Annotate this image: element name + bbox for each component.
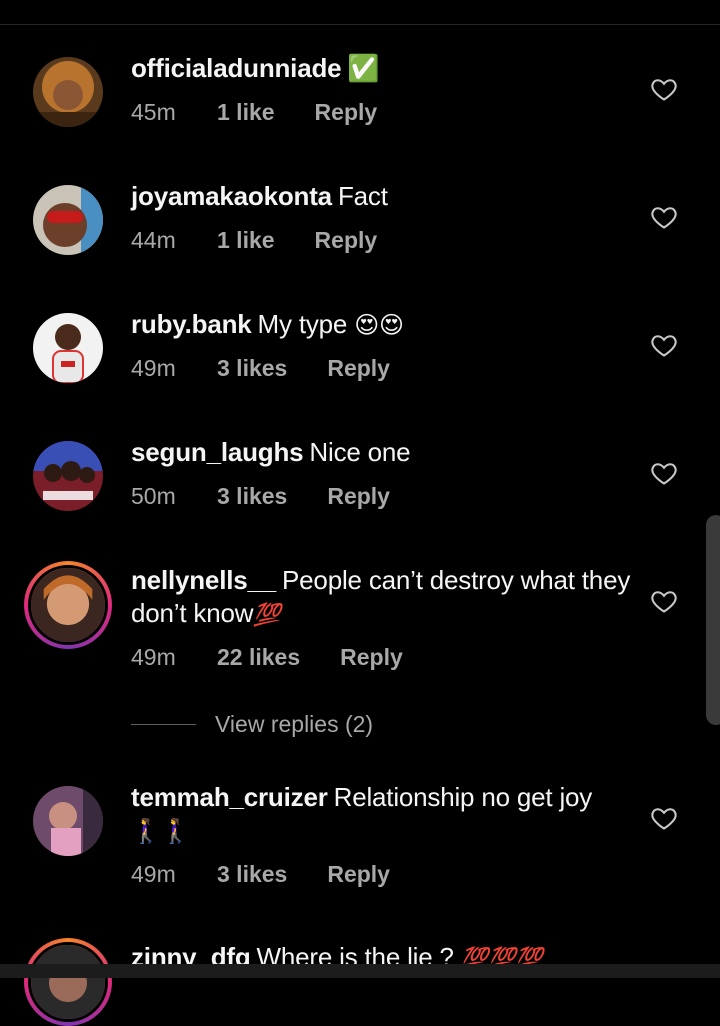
view-replies-label: View replies (2) — [215, 711, 374, 737]
likes-count[interactable]: 3 likes — [217, 861, 287, 888]
view-replies-button[interactable]: View replies (2) — [131, 711, 373, 738]
heart-icon[interactable] — [650, 587, 678, 615]
username[interactable]: temmah_cruizer — [131, 782, 328, 812]
heart-eyes-emoji: 😍😍 — [354, 312, 404, 339]
username[interactable]: officialadunniade — [131, 53, 342, 83]
bottom-bar — [0, 964, 720, 978]
likes-count[interactable]: 1 like — [217, 99, 275, 126]
timestamp: 49m — [131, 355, 176, 381]
heart-icon[interactable] — [650, 203, 678, 231]
comment-meta: 50m 3 likes Reply — [131, 483, 390, 510]
timestamp: 49m — [131, 861, 176, 887]
comment-meta: 49m 3 likes Reply — [131, 355, 390, 382]
reply-button[interactable]: Reply — [327, 483, 390, 510]
likes-count[interactable]: 22 likes — [217, 644, 300, 671]
avatar[interactable] — [33, 57, 103, 127]
reply-button[interactable]: Reply — [340, 644, 403, 671]
avatar-story-ring[interactable] — [24, 938, 112, 1026]
comment-body: Nice one — [309, 437, 411, 467]
avatar-story-ring[interactable] — [24, 561, 112, 649]
comment-meta: 44m 1 like Reply — [131, 227, 377, 254]
comment-meta: 49m 3 likes Reply — [131, 861, 390, 888]
avatar[interactable] — [33, 786, 103, 856]
avatar[interactable] — [33, 441, 103, 511]
reply-button[interactable]: Reply — [327, 861, 390, 888]
username[interactable]: nellynells__ — [131, 565, 276, 595]
timestamp: 45m — [131, 99, 176, 125]
comment-text: joyamakaokonta Fact — [131, 180, 631, 213]
timestamp: 49m — [131, 644, 176, 670]
comment-text: nellynells__ People can’t destroy what th… — [131, 564, 631, 631]
walking-woman-emoji: 🚶‍♀️🚶‍♀️ — [131, 818, 191, 845]
comment-text: ruby.bank My type 😍😍 — [131, 308, 631, 342]
verified-check-icon: ✅ — [347, 53, 380, 83]
avatar[interactable] — [33, 185, 103, 255]
comment-meta: 49m 22 likes Reply — [131, 644, 403, 671]
heart-icon[interactable] — [650, 459, 678, 487]
heart-icon[interactable] — [650, 804, 678, 832]
heart-icon[interactable] — [650, 75, 678, 103]
reply-button[interactable]: Reply — [327, 355, 390, 382]
likes-count[interactable]: 3 likes — [217, 355, 287, 382]
reply-button[interactable]: Reply — [315, 99, 378, 126]
comment-text: segun_laughs Nice one — [131, 436, 631, 469]
comment-body: Fact — [337, 181, 388, 211]
username[interactable]: ruby.bank — [131, 309, 252, 339]
scroll-handle[interactable] — [706, 515, 720, 725]
top-divider — [0, 24, 720, 25]
likes-count[interactable]: 3 likes — [217, 483, 287, 510]
comment-text: officialadunniade ✅ — [131, 52, 631, 85]
likes-count[interactable]: 1 like — [217, 227, 275, 254]
comment-body: My type — [257, 309, 348, 339]
comment-body: Relationship no get joy — [333, 782, 593, 812]
username[interactable]: segun_laughs — [131, 437, 304, 467]
username[interactable]: joyamakaokonta — [131, 181, 332, 211]
comment-meta: 45m 1 like Reply — [131, 99, 377, 126]
reply-button[interactable]: Reply — [315, 227, 378, 254]
avatar[interactable] — [33, 313, 103, 383]
hundred-points-emoji: 💯 — [253, 602, 281, 627]
comment-text: temmah_cruizer Relationship no get joy 🚶‍… — [131, 781, 631, 848]
heart-icon[interactable] — [650, 331, 678, 359]
timestamp: 50m — [131, 483, 176, 509]
timestamp: 44m — [131, 227, 176, 253]
replies-divider — [131, 724, 196, 725]
